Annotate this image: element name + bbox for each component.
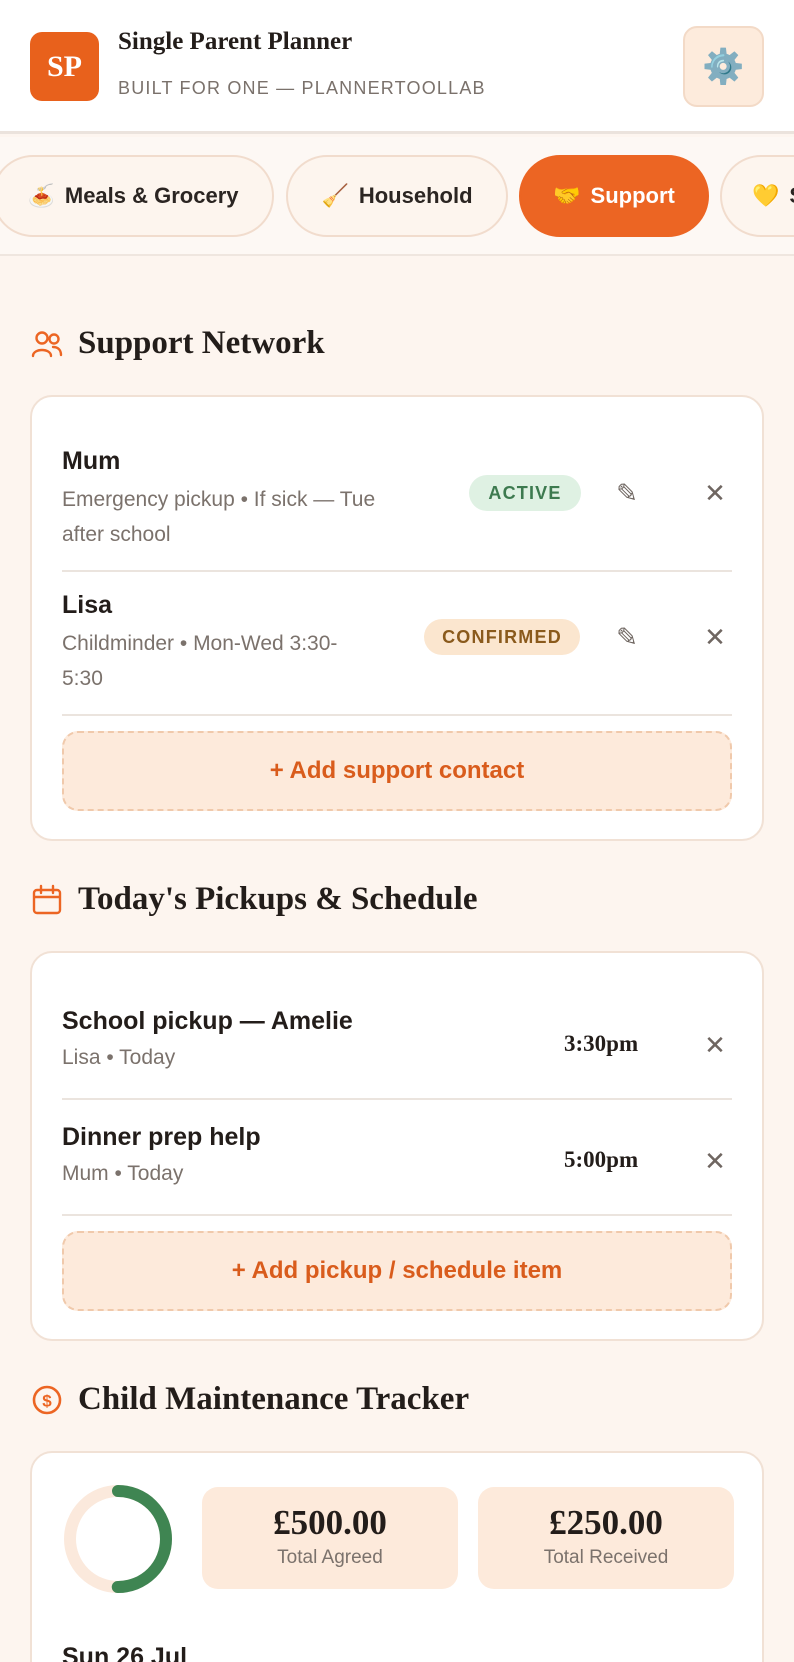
list-item: Dinner prep help Mum • Today 5:00pm ✕ <box>62 1123 732 1203</box>
total-agreed-stat: £500.00 Total Agreed <box>202 1487 458 1589</box>
support-network-heading: Support Network <box>30 325 325 362</box>
divider <box>62 1214 732 1216</box>
tab-meals-grocery[interactable]: 🍝 Meals & Grocery <box>0 155 274 237</box>
tab-self-care[interactable]: 💛 S <box>720 155 794 237</box>
edit-icon[interactable]: ✎ <box>607 617 647 657</box>
divider <box>62 570 732 572</box>
app-header: SP Single Parent Planner BUILT FOR ONE —… <box>0 0 794 134</box>
heart-icon: 💛 <box>752 183 780 208</box>
gear-icon: ⚙️ <box>702 47 745 86</box>
add-support-contact-button[interactable]: + Add support contact <box>62 731 732 811</box>
total-agreed-label: Total Agreed <box>277 1547 383 1568</box>
schedule-heading: Today's Pickups & Schedule <box>30 881 477 918</box>
app-logo: SP <box>30 32 99 101</box>
broom-icon: 🧹 <box>321 183 349 208</box>
progress-ring <box>64 1485 172 1593</box>
section-title: Today's Pickups & Schedule <box>78 881 478 917</box>
tab-household[interactable]: 🧹 Household <box>286 155 508 237</box>
maintenance-card: £500.00 Total Agreed £250.00 Total Recei… <box>30 1451 764 1662</box>
settings-button[interactable]: ⚙️ <box>683 26 764 107</box>
close-icon[interactable]: ✕ <box>695 473 735 513</box>
app-title: Single Parent Planner <box>118 28 353 55</box>
maintenance-heading: $ Child Maintenance Tracker <box>30 1381 469 1418</box>
total-agreed-value: £500.00 <box>273 1503 387 1542</box>
close-icon[interactable]: ✕ <box>695 1025 735 1065</box>
tab-label: S <box>789 183 794 209</box>
status-badge: CONFIRMED <box>424 619 580 655</box>
total-received-value: £250.00 <box>549 1503 663 1542</box>
category-tabs: 🍝 Meals & Grocery 🧹 Household 🤝 Support … <box>0 137 794 256</box>
status-badge: ACTIVE <box>469 475 581 511</box>
schedule-item-time: 3:30pm <box>564 1031 639 1056</box>
contact-name: Mum <box>62 447 121 475</box>
add-schedule-item-button[interactable]: + Add pickup / schedule item <box>62 1231 732 1311</box>
tab-label: Household <box>358 183 473 208</box>
list-item: School pickup — Amelie Lisa • Today 3:30… <box>62 1007 732 1087</box>
contact-detail: Childminder • Mon-Wed 3:30- 5:30 <box>62 632 338 690</box>
close-icon[interactable]: ✕ <box>695 1141 735 1181</box>
total-received-stat: £250.00 Total Received <box>478 1487 734 1589</box>
edit-icon[interactable]: ✎ <box>607 473 647 513</box>
divider <box>62 714 732 716</box>
contact-detail: Emergency pickup • If sick — Tue after s… <box>62 488 376 546</box>
meal-icon: 🍝 <box>27 183 55 208</box>
tab-label: Support <box>590 183 675 208</box>
app-subtitle: BUILT FOR ONE — PLANNERTOOLLAB <box>118 78 486 98</box>
contact-name: Lisa <box>62 591 113 619</box>
list-item: Lisa Childminder • Mon-Wed 3:30- 5:30 CO… <box>62 591 732 691</box>
handshake-icon: 🤝 <box>553 183 581 208</box>
list-item: Sun 26 Jul <box>62 1643 732 1662</box>
total-received-label: Total Received <box>543 1547 669 1568</box>
svg-text:$: $ <box>42 1391 52 1410</box>
schedule-card: School pickup — Amelie Lisa • Today 3:30… <box>30 951 764 1341</box>
close-icon[interactable]: ✕ <box>695 617 735 657</box>
support-network-card: Mum Emergency pickup • If sick — Tue aft… <box>30 395 764 841</box>
payment-date: Sun 26 Jul <box>62 1643 188 1662</box>
coin-icon: $ <box>32 1385 62 1414</box>
divider <box>62 1098 732 1100</box>
people-icon <box>31 330 63 357</box>
calendar-icon <box>32 884 62 914</box>
schedule-item-time: 5:00pm <box>564 1147 639 1172</box>
section-title: Support Network <box>78 325 325 361</box>
list-item: Mum Emergency pickup • If sick — Tue aft… <box>62 447 732 547</box>
tab-support[interactable]: 🤝 Support <box>519 155 709 237</box>
tab-label: Meals & Grocery <box>64 183 239 208</box>
section-title: Child Maintenance Tracker <box>78 1381 470 1417</box>
